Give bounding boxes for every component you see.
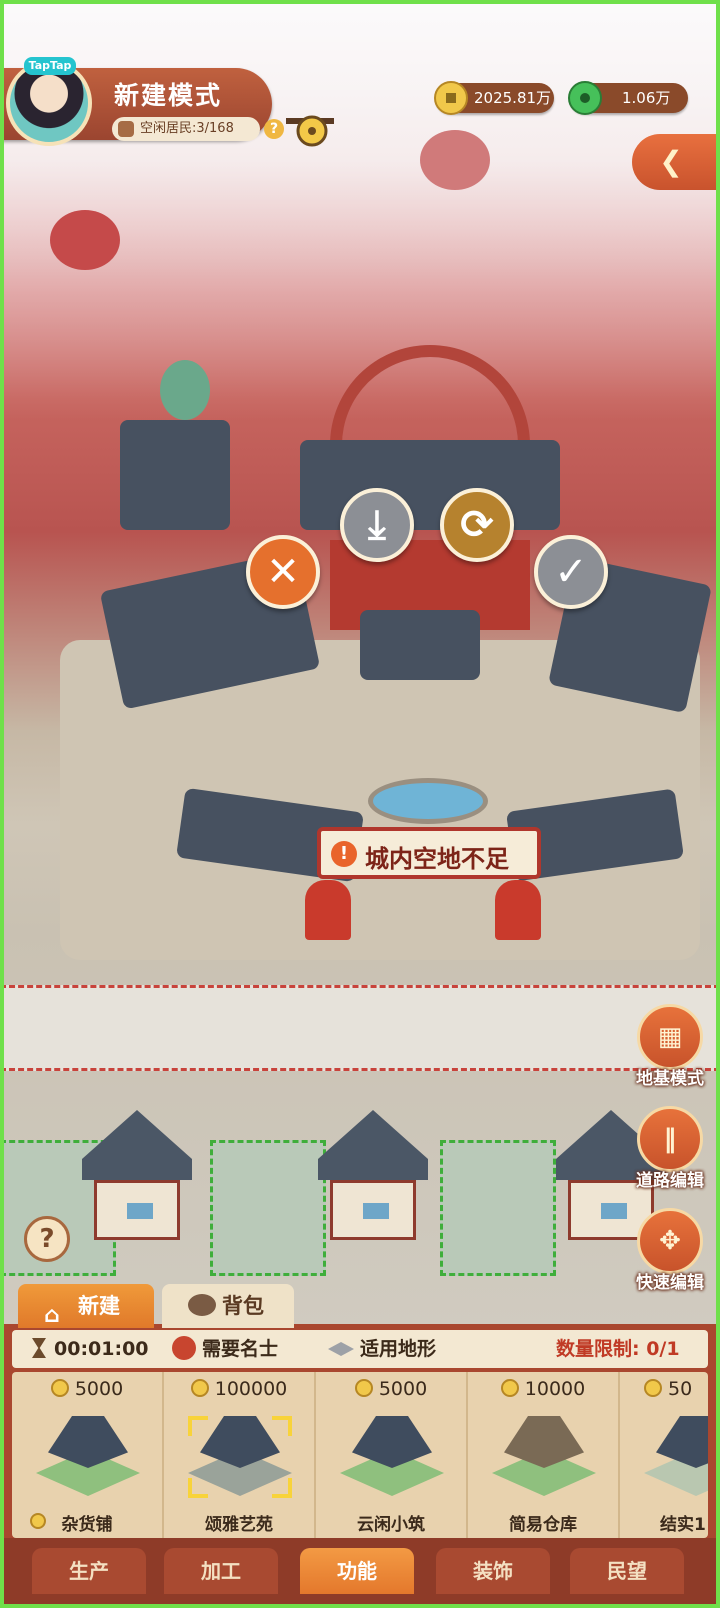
mode-title: 新建模式 xyxy=(114,81,223,110)
tab-function[interactable]: 功能 xyxy=(300,1548,414,1594)
coin-icon xyxy=(644,1379,662,1397)
scholar-icon xyxy=(172,1336,196,1360)
maple-tree xyxy=(50,210,120,270)
tab-decoration[interactable]: 装饰 xyxy=(436,1548,550,1594)
resident-icon xyxy=(118,121,134,137)
building-info-bar: 00:01:00 需要名士 适用地形 数量限制: 0/1 xyxy=(12,1330,708,1368)
requirement-text: 需要名士 xyxy=(202,1338,279,1360)
cottage-image xyxy=(334,1410,450,1500)
move-arrows-icon: ✥ xyxy=(659,1226,681,1256)
road-edit-button[interactable]: ‖ 道路编辑 xyxy=(624,1106,716,1191)
insufficient-space-warning: ! 城内空地不足 xyxy=(317,827,541,879)
card-price: 100000 xyxy=(214,1378,288,1400)
warehouse-image xyxy=(486,1410,602,1500)
card-name: 云闲小筑 xyxy=(357,1515,425,1535)
foundation-mode-label: 地基模式 xyxy=(636,1069,704,1089)
road-edit-label: 道路编辑 xyxy=(636,1171,704,1191)
help-icon[interactable]: ? xyxy=(264,119,284,139)
building-card[interactable]: 10000 简易仓库 xyxy=(468,1372,620,1538)
jade-rock xyxy=(160,360,210,420)
gold-amount: 2025.81万 xyxy=(474,89,552,107)
road-icon: ‖ xyxy=(663,1124,677,1154)
cancel-placement-button[interactable]: ✕ xyxy=(246,535,320,609)
foundation-grid-icon: ▦ xyxy=(657,1022,683,1052)
building-card-selected[interactable]: 100000 颂雅艺苑 xyxy=(164,1372,316,1538)
game-scene[interactable] xyxy=(0,0,720,1330)
selection-frame xyxy=(188,1416,292,1498)
idle-residents-text: 空闲居民:3/168 xyxy=(140,121,234,136)
build-time: 00:01:00 xyxy=(32,1330,149,1368)
quick-edit-label: 快速编辑 xyxy=(636,1273,704,1293)
quantity-limit: 数量限制: 0/1 xyxy=(556,1338,680,1360)
maple-tree xyxy=(420,130,490,190)
card-price: 5000 xyxy=(74,1378,124,1400)
terrain-info[interactable]: 适用地形 xyxy=(328,1330,436,1368)
empty-lot[interactable] xyxy=(210,1140,326,1276)
warning-text: 城内空地不足 xyxy=(365,845,509,873)
back-arrow-icon: ❮ xyxy=(659,145,683,178)
jade-coin-icon xyxy=(568,81,602,115)
terrain-text: 适用地形 xyxy=(360,1338,437,1360)
foundation-mode-button[interactable]: ▦ 地基模式 xyxy=(624,1004,716,1089)
building-image xyxy=(638,1410,708,1500)
coin-icon xyxy=(354,1379,373,1397)
tab-reputation[interactable]: 民望 xyxy=(570,1548,684,1594)
residence-house[interactable] xyxy=(82,1110,192,1250)
card-name: 简易仓库 xyxy=(509,1515,577,1535)
cart-wheel-icon[interactable] xyxy=(286,110,334,148)
grocery-shop-image xyxy=(30,1410,146,1500)
requirement: 需要名士 xyxy=(172,1330,278,1368)
tab-new-label: 新建 xyxy=(78,1294,120,1318)
confirm-placement-button[interactable]: ✓ xyxy=(534,535,608,609)
card-name: 颂雅艺苑 xyxy=(205,1515,273,1535)
bag-icon xyxy=(188,1294,216,1316)
fountain xyxy=(368,778,488,824)
tab-backpack[interactable]: 背包 xyxy=(162,1284,294,1328)
tab-new-build[interactable]: ⌂ 新建 xyxy=(18,1284,154,1328)
road xyxy=(0,985,720,1071)
pagoda-roof xyxy=(120,420,230,530)
gate-roof xyxy=(360,610,480,680)
lucky-statue-left xyxy=(305,880,351,940)
terrain-icon xyxy=(328,1342,354,1356)
residence-house[interactable] xyxy=(318,1110,428,1250)
card-name: 杂货铺 xyxy=(61,1515,113,1535)
gold-coin-icon xyxy=(434,81,468,115)
rotate-building-button[interactable]: ⟳ xyxy=(440,488,514,562)
idle-residents-pill: 空闲居民:3/168 xyxy=(112,117,260,141)
quick-edit-button[interactable]: ✥ 快速编辑 xyxy=(624,1208,716,1293)
jade-amount: 1.06万 xyxy=(622,89,671,107)
coin-icon xyxy=(50,1379,69,1397)
store-building-button[interactable]: ⤓ xyxy=(340,488,414,562)
tab-bag-label: 背包 xyxy=(222,1294,264,1318)
building-card[interactable]: 5000 云闲小筑 xyxy=(316,1372,468,1538)
build-time-text: 00:01:00 xyxy=(54,1338,149,1360)
building-card[interactable]: 50 结实1 xyxy=(620,1372,708,1538)
card-name: 结实1 xyxy=(660,1515,706,1535)
jade-counter: 1.06万 xyxy=(568,81,688,115)
empty-lot[interactable] xyxy=(440,1140,556,1276)
card-price: 50 xyxy=(668,1378,693,1400)
tab-production[interactable]: 生产 xyxy=(32,1548,146,1594)
hall-roof xyxy=(300,440,560,530)
tab-processing[interactable]: 加工 xyxy=(164,1548,278,1594)
back-button[interactable]: ❮ xyxy=(632,134,720,190)
gold-counter: 2025.81万 xyxy=(434,81,554,115)
building-card[interactable]: 5000 杂货铺 xyxy=(12,1372,164,1538)
lucky-statue-right xyxy=(495,880,541,940)
card-price: 5000 xyxy=(378,1378,428,1400)
help-button[interactable]: ? xyxy=(24,1216,70,1262)
building-list[interactable]: 5000 杂货铺 100000 颂雅艺苑 5000 云闲小筑 10000 简易仓… xyxy=(12,1372,708,1538)
taptap-badge: TapTap xyxy=(24,57,76,75)
card-price: 10000 xyxy=(524,1378,586,1400)
hourglass-icon xyxy=(32,1338,46,1358)
coin-icon xyxy=(500,1379,519,1397)
warning-icon: ! xyxy=(331,841,357,867)
coin-icon xyxy=(190,1379,209,1397)
fog-overlay xyxy=(0,0,720,420)
